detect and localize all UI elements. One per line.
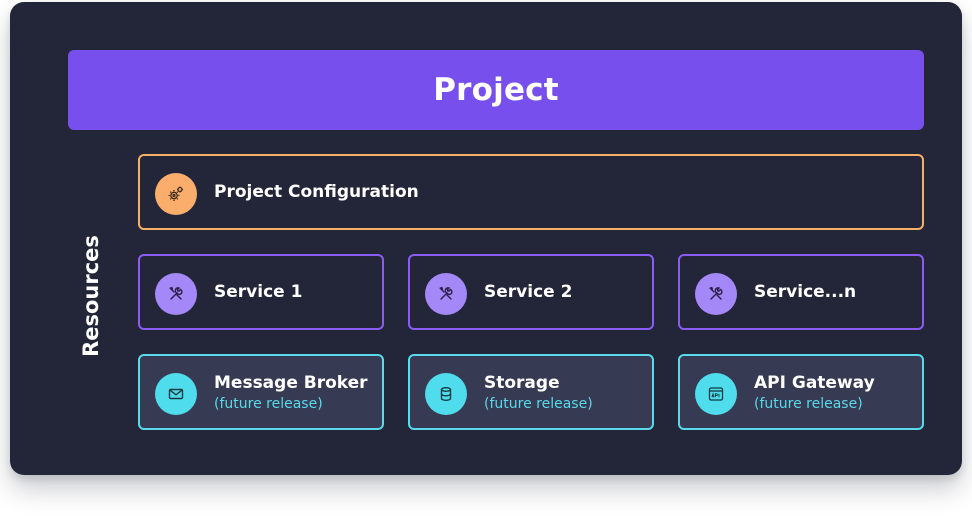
message-broker-box: Message Broker (future release): [138, 354, 384, 430]
service-box: Service...n: [678, 254, 924, 330]
tools-icon: [425, 273, 467, 315]
future-release-note: (future release): [214, 395, 323, 412]
project-title: Project: [433, 72, 559, 108]
api-gateway-box: API Gateway (future release): [678, 354, 924, 430]
gears-icon: [155, 173, 197, 215]
storage-label: Storage: [484, 372, 560, 393]
mail-icon: [155, 373, 197, 415]
api-gateway-label: API Gateway: [754, 372, 875, 393]
resources-label: Resources: [79, 235, 103, 357]
future-release-note: (future release): [754, 395, 863, 412]
project-configuration-box: Project Configuration: [138, 154, 924, 230]
service-label: Service 2: [484, 282, 573, 302]
tools-icon: [695, 273, 737, 315]
service-label: Service...n: [754, 282, 857, 302]
service-label: Service 1: [214, 282, 303, 302]
message-broker-label: Message Broker: [214, 372, 368, 393]
tools-icon: [155, 273, 197, 315]
service-box: Service 1: [138, 254, 384, 330]
diagram-card: Project Resources Project Configuration: [10, 2, 962, 475]
storage-box: Storage (future release): [408, 354, 654, 430]
database-icon: [425, 373, 467, 415]
future-release-note: (future release): [484, 395, 593, 412]
project-banner: Project: [68, 50, 924, 130]
service-box: Service 2: [408, 254, 654, 330]
api-window-icon: [695, 373, 737, 415]
project-configuration-label: Project Configuration: [214, 182, 419, 202]
